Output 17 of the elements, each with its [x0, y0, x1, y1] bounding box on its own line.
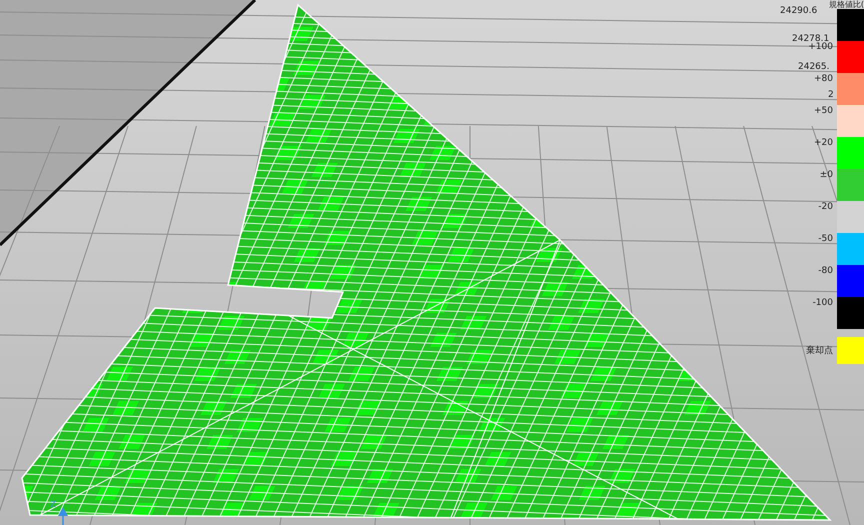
legend-title: 規格値比( [828, 0, 864, 9]
legend-label: +20 [813, 138, 834, 148]
elevation-label: 24278.1 [792, 34, 830, 44]
legend-label: 棄却点 [805, 346, 834, 356]
elevation-label: 2 [828, 90, 834, 100]
legend-label: -20 [817, 202, 834, 212]
legend-label: -80 [817, 266, 834, 276]
elevation-label: 24290.6 [780, 6, 818, 16]
legend-label: -100 [812, 298, 834, 308]
z-axis-arrow-icon [58, 507, 68, 525]
legend-label: +50 [813, 106, 834, 116]
elevation-label: 24265. [798, 62, 830, 72]
axis-label: Z [50, 500, 56, 510]
legend-label: +100 [807, 42, 834, 52]
legend-label: -50 [817, 234, 834, 244]
legend-label: ±0 [818, 170, 834, 180]
legend-label: +80 [813, 74, 834, 84]
